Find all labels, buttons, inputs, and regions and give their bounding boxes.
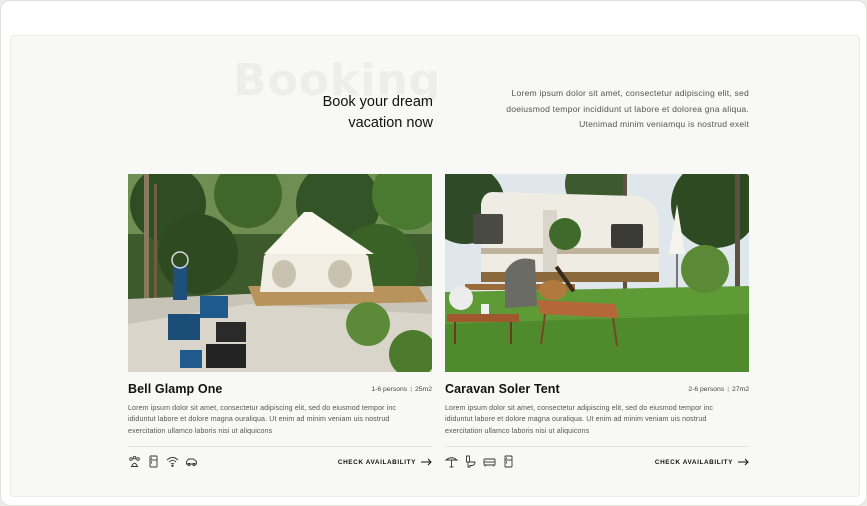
fridge-icon [147, 455, 160, 468]
card-description: Lorem ipsum dolor sit amet, consectetur … [128, 403, 428, 437]
description-line-1: Lorem ipsum dolor sit amet, consectetur … [128, 404, 397, 412]
description-line-2: ididuntut labore et dolore magna ouraliq… [445, 415, 707, 424]
browser-frame: Booking Book your dream vacation now Lor… [0, 0, 867, 506]
card-divider [128, 446, 432, 447]
description-line-3: exercitation ullamco laboris nisi ut ali… [445, 426, 590, 435]
card-meta: 1-6 persons | 25m2 [371, 386, 432, 393]
check-availability-label: CHECK AVAILABILITY [337, 458, 416, 466]
sofa-icon [483, 455, 496, 468]
arrow-right-icon [738, 458, 749, 466]
check-availability-label: CHECK AVAILABILITY [654, 458, 733, 466]
check-availability-button[interactable]: CHECK AVAILABILITY [338, 456, 432, 468]
amenity-icons [445, 455, 515, 469]
umbrella-icon [445, 455, 458, 468]
card-description: Lorem ipsum dolor sit amet, consectetur … [445, 403, 745, 437]
description-line-3: exercitation ullamco laboris nisi ut ali… [128, 426, 273, 435]
persons-capacity: 1-6 persons [371, 386, 408, 393]
description-line-1: Lorem ipsum dolor sit amet, consectetur … [445, 404, 714, 412]
headline-line-1: Book your dream [322, 94, 433, 110]
intro-line-3: Utenimad minim veniamqu is nostrud exeit [579, 119, 749, 129]
area-size: 25m2 [414, 386, 432, 393]
card-meta: 2-6 persons | 27m2 [688, 386, 749, 393]
section-intro: Lorem ipsum dolor sit amet, consectetur … [471, 86, 749, 133]
car-icon [185, 455, 198, 468]
accommodation-card: Bell Glamp One 1-6 persons | 25m2 Lorem ip… [128, 174, 432, 474]
check-availability-button[interactable]: CHECK AVAILABILITY [655, 456, 749, 468]
pets-icon [128, 455, 141, 468]
caravan-photo[interactable] [445, 174, 749, 372]
card-divider [445, 446, 749, 447]
bell-tent-photo[interactable] [128, 174, 432, 372]
amenity-icons [128, 455, 198, 469]
intro-line-2: doeiusmod tempor incididunt ut labore et… [506, 103, 749, 114]
meta-separator: | [727, 386, 729, 393]
headline-line-2: vacation now [348, 115, 433, 131]
section-headline: Book your dream vacation now [241, 92, 433, 134]
card-title[interactable]: Bell Glamp One [128, 382, 222, 396]
accommodation-card: Caravan Soler Tent 2-6 persons | 27m2 Lore… [445, 174, 749, 474]
intro-line-1: Lorem ipsum dolor sit amet, consectetur … [511, 88, 749, 98]
meta-separator: | [410, 386, 412, 393]
persons-capacity: 2-6 persons [688, 386, 725, 393]
booking-section: Booking Book your dream vacation now Lor… [10, 35, 860, 497]
area-size: 27m2 [731, 386, 749, 393]
toilet-icon [464, 455, 477, 468]
arrow-right-icon [421, 458, 432, 466]
description-line-2: ididuntut labore et dolore magna ouraliq… [128, 415, 390, 424]
card-title[interactable]: Caravan Soler Tent [445, 382, 560, 396]
fridge-icon [502, 455, 515, 468]
wifi-icon [166, 455, 179, 468]
